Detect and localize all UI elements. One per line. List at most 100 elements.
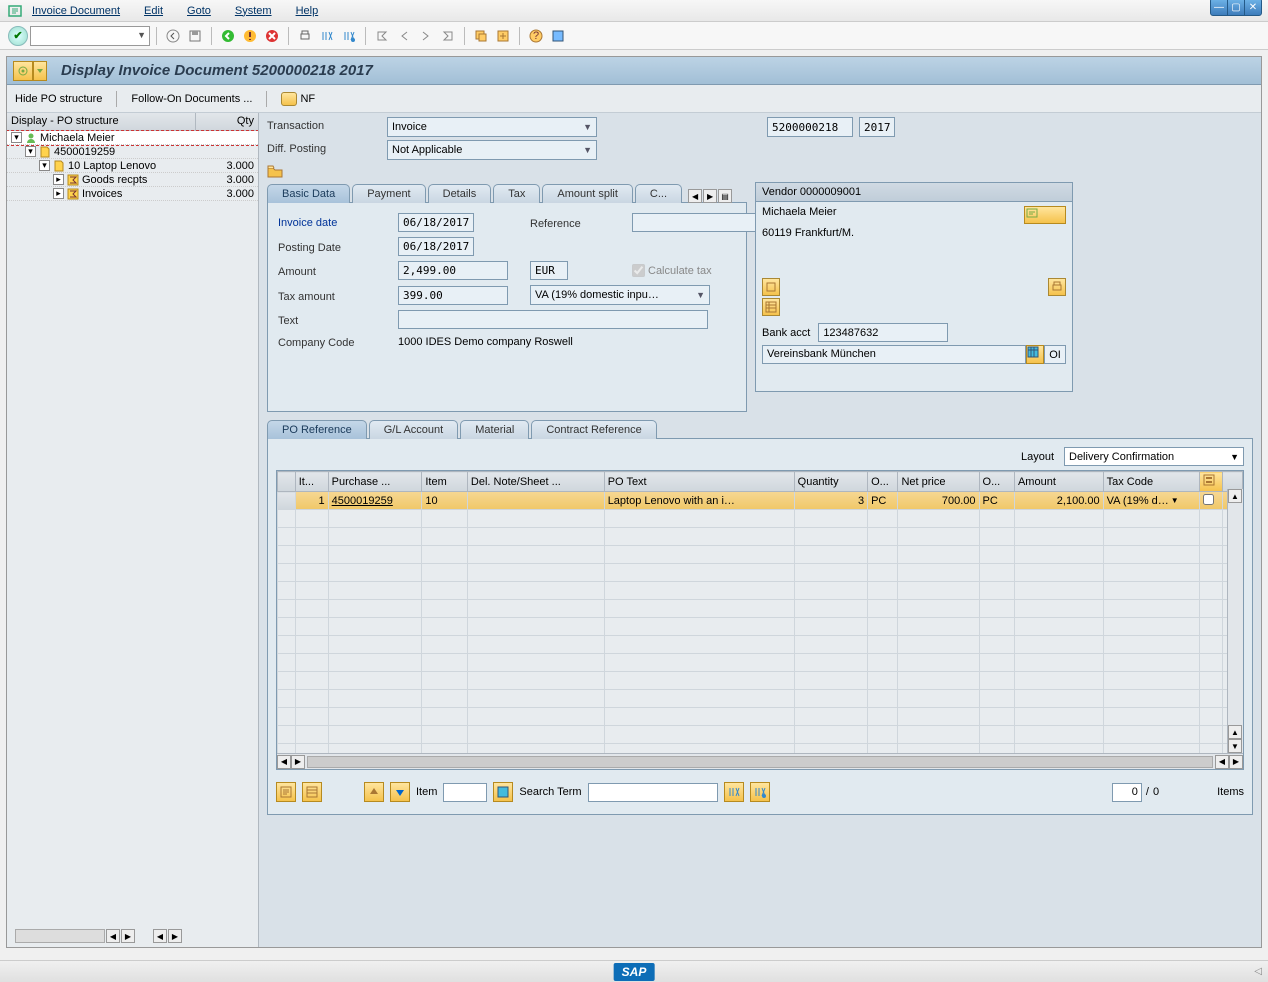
command-field[interactable]	[30, 26, 150, 46]
grid-vertical-scrollbar[interactable]: ▲ ▲ ▼	[1227, 489, 1243, 753]
nav-back-icon[interactable]	[218, 26, 238, 46]
col-config-icon[interactable]	[1199, 472, 1222, 492]
resize-grip-icon[interactable]: ◁	[1254, 966, 1262, 977]
tab-details[interactable]: Details	[428, 184, 492, 203]
col-net-price[interactable]: Net price	[898, 472, 979, 492]
col-quantity[interactable]: Quantity	[794, 472, 867, 492]
col-item[interactable]: Item	[422, 472, 468, 492]
col-amount[interactable]: Amount	[1014, 472, 1103, 492]
position-button[interactable]	[493, 782, 513, 802]
item-list-button[interactable]	[302, 782, 322, 802]
tab-tax[interactable]: Tax	[493, 184, 540, 203]
diff-posting-combo[interactable]: Not Applicable	[387, 140, 597, 160]
reference-field[interactable]	[632, 213, 762, 232]
col-po-text[interactable]: PO Text	[604, 472, 794, 492]
vendor-print-icon[interactable]	[1048, 278, 1066, 296]
tree-row[interactable]: ▾4500019259	[7, 145, 258, 159]
sort-desc-button[interactable]	[390, 782, 410, 802]
tree-row[interactable]: ▾Michaela Meier	[7, 131, 258, 145]
tab-list-icon[interactable]: ▤	[718, 189, 732, 203]
sort-asc-button[interactable]	[364, 782, 384, 802]
col-ou1[interactable]: O...	[868, 472, 898, 492]
maximize-button[interactable]: ▢	[1227, 0, 1245, 16]
bank-acct-field[interactable]	[818, 323, 948, 342]
tab-basic-data[interactable]: Basic Data	[267, 184, 350, 203]
search-term-input[interactable]	[588, 783, 718, 802]
posting-date-field[interactable]	[398, 237, 474, 256]
customize-icon[interactable]	[548, 26, 568, 46]
menu-invoice-document[interactable]: Invoice Document	[32, 5, 120, 17]
services-dropdown-icon[interactable]	[33, 61, 47, 81]
find-next-icon[interactable]	[339, 26, 359, 46]
prev-page-icon[interactable]	[394, 26, 414, 46]
enter-button[interactable]: ✔	[8, 26, 28, 46]
tab-material[interactable]: Material	[460, 420, 529, 439]
text-field[interactable]	[398, 310, 708, 329]
col-tax-code[interactable]: Tax Code	[1103, 472, 1199, 492]
tree-h-scrollbar-1[interactable]: ◀▶	[15, 929, 135, 943]
item-number-input[interactable]	[443, 783, 487, 802]
grid-horizontal-scrollbar[interactable]: ◀▶ ◀▶	[277, 753, 1243, 769]
nav-exit-icon[interactable]	[240, 26, 260, 46]
tab-po-reference[interactable]: PO Reference	[267, 420, 367, 439]
new-session-icon[interactable]	[471, 26, 491, 46]
col-purchase[interactable]: Purchase ...	[328, 472, 422, 492]
close-button[interactable]: ✕	[1244, 0, 1262, 16]
tree-toggle-icon[interactable]: ▾	[11, 132, 22, 143]
search-button[interactable]	[724, 782, 744, 802]
tax-code-combo[interactable]: VA (19% domestic inpu…	[530, 285, 710, 305]
currency-field[interactable]	[530, 261, 568, 280]
tree-toggle-icon[interactable]: ▸	[53, 188, 64, 199]
minimize-button[interactable]: —	[1210, 0, 1228, 16]
tree-toggle-icon[interactable]: ▾	[25, 146, 36, 157]
tree-row[interactable]: ▸Goods recpts3.000	[7, 173, 258, 187]
transaction-combo[interactable]: Invoice	[387, 117, 597, 137]
table-row[interactable]: 1450001925910Laptop Lenovo with an i…3PC…	[278, 492, 1243, 510]
tree-toggle-icon[interactable]: ▾	[39, 160, 50, 171]
item-detail-button[interactable]	[276, 782, 296, 802]
vendor-display-icon[interactable]	[762, 278, 780, 296]
search-next-button[interactable]	[750, 782, 770, 802]
app-menu-icon[interactable]	[8, 4, 22, 18]
next-page-icon[interactable]	[416, 26, 436, 46]
hide-po-structure-button[interactable]: Hide PO structure	[15, 93, 102, 105]
nav-cancel-icon[interactable]	[262, 26, 282, 46]
tab-amount-split[interactable]: Amount split	[542, 184, 633, 203]
tab-scroll-left-icon[interactable]: ◀	[688, 189, 702, 203]
last-page-icon[interactable]	[438, 26, 458, 46]
menu-edit[interactable]: Edit	[144, 5, 163, 17]
tab-gl-account[interactable]: G/L Account	[369, 420, 459, 439]
tab-more[interactable]: C...	[635, 184, 682, 203]
shortcut-icon[interactable]	[493, 26, 513, 46]
vendor-table-icon[interactable]	[762, 298, 780, 316]
back-icon[interactable]	[163, 26, 183, 46]
invoice-date-field[interactable]	[398, 213, 474, 232]
bank-detail-button[interactable]	[1026, 345, 1044, 364]
services-for-object-icon[interactable]	[13, 61, 33, 81]
layout-combo[interactable]: Delivery Confirmation	[1064, 447, 1244, 466]
amount-field[interactable]	[398, 261, 508, 280]
find-icon[interactable]	[317, 26, 337, 46]
col-ou2[interactable]: O...	[979, 472, 1014, 492]
tab-contract-reference[interactable]: Contract Reference	[531, 420, 656, 439]
save-icon[interactable]	[185, 26, 205, 46]
tree-row[interactable]: ▾10 Laptop Lenovo3.000	[7, 159, 258, 173]
tree-row[interactable]: ▸Invoices3.000	[7, 187, 258, 201]
col-del-note[interactable]: Del. Note/Sheet ...	[467, 472, 604, 492]
collapse-header-icon[interactable]	[267, 164, 285, 180]
menu-help[interactable]: Help	[296, 5, 319, 17]
menu-goto[interactable]: Goto	[187, 5, 211, 17]
help-icon[interactable]: ?	[526, 26, 546, 46]
tab-payment[interactable]: Payment	[352, 184, 425, 203]
first-page-icon[interactable]	[372, 26, 392, 46]
tree-h-scrollbar-2[interactable]: ◀▶	[153, 929, 182, 943]
tree-toggle-icon[interactable]: ▸	[53, 174, 64, 185]
print-icon[interactable]	[295, 26, 315, 46]
col-item-no[interactable]: It...	[295, 472, 328, 492]
menu-system[interactable]: System	[235, 5, 272, 17]
nf-button[interactable]: NF	[281, 92, 315, 106]
follow-on-documents-button[interactable]: Follow-On Documents ...	[131, 93, 252, 105]
vendor-address-button[interactable]	[1024, 206, 1066, 224]
tax-amount-field[interactable]	[398, 286, 508, 305]
tab-scroll-right-icon[interactable]: ▶	[703, 189, 717, 203]
